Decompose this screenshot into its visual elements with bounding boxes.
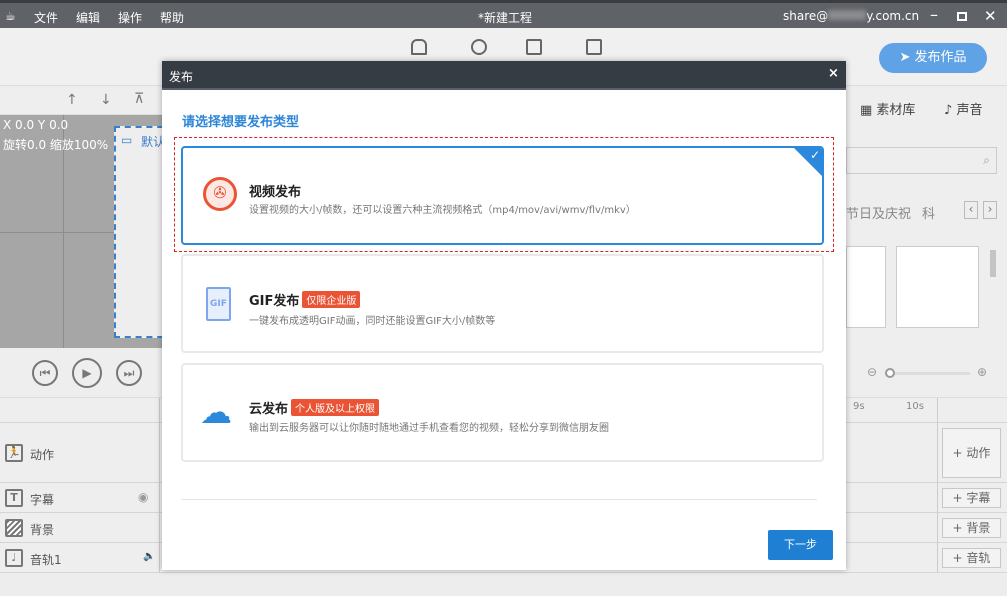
add-label: 字幕 <box>966 491 991 505</box>
option-cloud[interactable]: ☁ 云发布 个人版及以上权限 输出到云服务器可以让你随时随地通过手机查看您的视频，… <box>181 363 824 462</box>
add-label: 音轨 <box>966 551 991 565</box>
track-label: 字幕 <box>30 493 55 507</box>
home-icon[interactable] <box>411 39 427 55</box>
track-label: 动作 <box>30 448 55 462</box>
transform-readout: 旋转0.0 缩放100% <box>3 138 109 152</box>
asset-thumbnail[interactable] <box>896 246 979 328</box>
divider <box>181 499 817 500</box>
prev-button[interactable]: ⏮ <box>32 360 58 386</box>
move-up-icon[interactable]: ↑ <box>66 92 78 108</box>
tab-assets-label: 素材库 <box>876 103 916 118</box>
next-button[interactable]: ⏭ <box>116 360 142 386</box>
category-festival[interactable]: 节日及庆祝 <box>846 203 911 222</box>
close-window-button[interactable]: ✕ <box>984 7 997 25</box>
publish-label: 发布作品 <box>914 50 967 65</box>
action-icon: 🏃 <box>5 444 23 462</box>
category-next-button[interactable]: › <box>983 201 997 219</box>
background-icon <box>5 519 23 537</box>
save-icon[interactable] <box>526 39 542 55</box>
text-icon: T <box>5 489 23 507</box>
account-suffix: y.com.cn <box>866 9 920 23</box>
eye-icon[interactable]: ◉ <box>138 490 148 504</box>
track-label: 音轨1 <box>30 553 62 567</box>
zoom-in-icon[interactable]: ⊕ <box>977 365 987 379</box>
asset-thumbnail[interactable] <box>846 246 886 328</box>
ruler-tick: 9s <box>853 401 865 412</box>
option-title: 视频发布 <box>249 185 302 200</box>
add-audio-button[interactable]: + 音轨 <box>942 548 1001 568</box>
music-icon: ♩ <box>5 549 23 567</box>
add-action-button[interactable]: + 动作 <box>942 428 1001 478</box>
option-description: 设置视频的大小/帧数，还可以设置六种主流视频格式（mp4/mov/avi/wmv… <box>249 205 636 216</box>
option-gif[interactable]: GIF GIF发布 仅限企业版 一键发布成透明GIF动画，同时还能设置GIF大小/… <box>181 254 824 353</box>
window-title: *新建工程 <box>478 11 533 25</box>
dialog-title: 发布 <box>169 70 194 84</box>
category-prev-button[interactable]: ‹ <box>964 201 978 219</box>
maximize-button[interactable] <box>957 12 967 21</box>
right-panel: ▦ 素材库 ♪ 声音 ⌕ 节日及庆祝 科 ‹ › <box>846 88 1007 350</box>
blurred-text <box>828 10 867 20</box>
minimize-button[interactable]: – <box>930 5 938 24</box>
dialog-close-button[interactable]: × <box>828 66 839 81</box>
track-label: 背景 <box>30 523 55 537</box>
title-bar: ☕ 文件 编辑 操作 帮助 *新建工程 share@ y.com.cn – ✕ <box>0 0 1007 28</box>
tab-assets[interactable]: ▦ 素材库 <box>860 99 915 118</box>
menu-edit[interactable]: 编辑 <box>76 9 100 26</box>
menu-action[interactable]: 操作 <box>118 9 142 26</box>
ruler-tick: 10s <box>906 401 924 412</box>
account-prefix: share@ <box>783 9 829 23</box>
preview-icon[interactable] <box>586 39 602 55</box>
move-down-icon[interactable]: ↓ <box>100 92 112 108</box>
enterprise-badge: 仅限企业版 <box>302 291 361 308</box>
add-subtitle-button[interactable]: + 字幕 <box>942 488 1001 508</box>
cloud-server-icon: ☁ <box>200 393 232 431</box>
search-icon: ⌕ <box>983 153 990 167</box>
option-title: 云发布 <box>249 402 289 417</box>
settings-icon[interactable] <box>471 39 487 55</box>
dialog-heading: 请选择想要发布类型 <box>182 115 300 130</box>
option-description: 一键发布成透明GIF动画，同时还能设置GIF大小/帧数等 <box>249 316 496 327</box>
zoom-slider[interactable] <box>885 368 970 378</box>
add-background-button[interactable]: + 背景 <box>942 518 1001 538</box>
send-icon: ➤ <box>899 50 915 65</box>
play-button[interactable]: ▶ <box>72 358 102 388</box>
publish-work-button[interactable]: ➤ 发布作品 <box>879 43 987 73</box>
position-readout: X 0.0 Y 0.0 <box>3 118 69 132</box>
option-title: GIF发布 <box>249 294 300 309</box>
camera-icon: ▭ <box>121 133 133 147</box>
menu-file[interactable]: 文件 <box>34 9 58 26</box>
asset-scrollbar[interactable] <box>990 250 996 277</box>
zoom-out-icon[interactable]: ⊖ <box>867 365 877 379</box>
menu-help[interactable]: 帮助 <box>160 9 184 26</box>
tab-sound-label: 声音 <box>956 103 983 118</box>
move-top-icon[interactable]: ⊼ <box>134 91 144 107</box>
next-step-button[interactable]: 下一步 <box>768 530 833 560</box>
category-science[interactable]: 科 <box>922 203 935 222</box>
publish-dialog: 发布 × 请选择想要发布类型 ✓ ✇ 视频发布 设置视频的大小/帧数，还可以设置… <box>162 61 846 570</box>
option-description: 输出到云服务器可以让你随时随地通过手机查看您的视频，轻松分享到微信朋友圈 <box>249 423 609 434</box>
layer-tools: ↑ ↓ ⊼ <box>0 88 162 115</box>
add-label: 动作 <box>966 446 991 460</box>
option-video[interactable]: ✓ ✇ 视频发布 设置视频的大小/帧数，还可以设置六种主流视频格式（mp4/mo… <box>181 146 824 245</box>
account[interactable]: share@ y.com.cn <box>783 9 919 23</box>
personal-badge: 个人版及以上权限 <box>291 399 380 416</box>
app-logo-icon: ☕ <box>5 9 16 23</box>
check-icon: ✓ <box>809 148 820 162</box>
gif-file-icon: GIF <box>206 287 231 321</box>
add-label: 背景 <box>966 521 991 535</box>
film-reel-icon: ✇ <box>203 177 237 211</box>
tab-sound[interactable]: ♪ 声音 <box>944 99 982 118</box>
volume-icon[interactable]: 🔈 <box>143 551 155 562</box>
asset-search-input[interactable]: ⌕ <box>846 147 997 174</box>
dialog-header: 发布 × <box>162 61 846 90</box>
